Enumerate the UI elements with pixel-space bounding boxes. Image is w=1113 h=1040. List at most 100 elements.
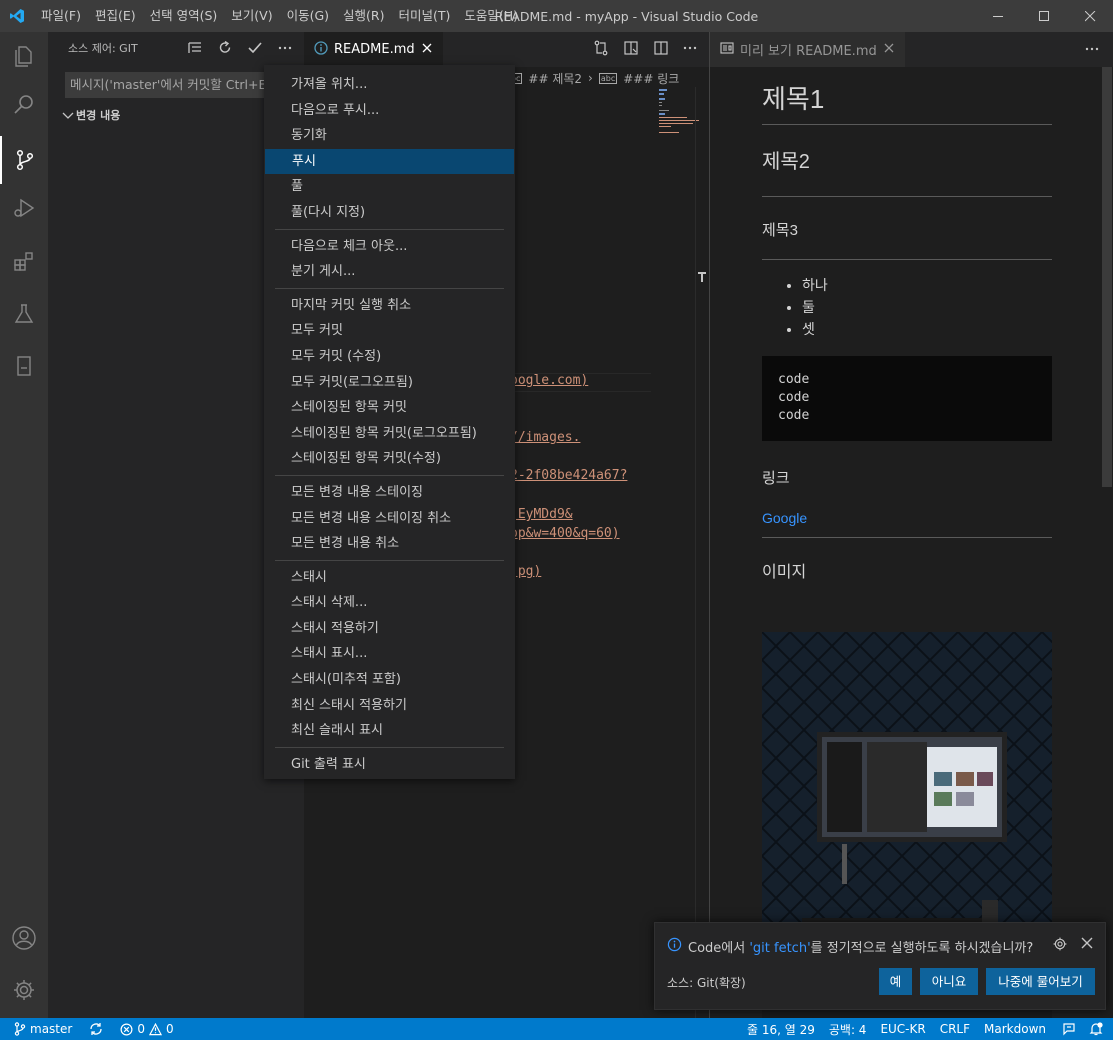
view-as-tree-icon[interactable] — [186, 39, 204, 57]
code-line[interactable]: op&w=400&q=60) — [510, 526, 620, 541]
status-indentation[interactable]: 공백: 4 — [822, 1018, 874, 1040]
ask-later-button[interactable]: 나중에 물어보기 — [986, 968, 1095, 995]
yes-button[interactable]: 예 — [879, 968, 912, 995]
menu-item-stash-untracked[interactable]: 스태시(미추적 포함) — [264, 667, 515, 693]
menu-item-stage-all[interactable]: 모든 변경 내용 스테이징 — [264, 480, 515, 506]
menu-item-show-git-output[interactable]: Git 출력 표시 — [264, 752, 515, 778]
search-icon[interactable] — [0, 80, 48, 128]
cursor-indicator-icon — [698, 271, 706, 282]
open-preview-side-icon[interactable] — [623, 40, 639, 60]
menu-item-commit-staged-signed-off[interactable]: 스테이징된 항목 커밋(로그오프됨) — [264, 421, 515, 447]
menu-item-discard-all[interactable]: 모든 변경 내용 취소 — [264, 531, 515, 557]
notification-text-suffix: 를 정기적으로 실행하도록 하시겠습니까? — [810, 941, 1034, 956]
menu-item-sync[interactable]: 동기화 — [264, 123, 515, 149]
menu-item-show-latest-stash[interactable]: 최신 슬래시 표시 — [264, 718, 515, 744]
commit-message-input[interactable]: 메시지('master'에서 커밋할 Ctrl+Enter) — [65, 72, 295, 98]
menu-item-pull-from[interactable]: 가져올 위치... — [264, 72, 515, 98]
menu-item-pull[interactable]: 풀 — [264, 174, 515, 200]
editor-more-actions-icon[interactable] — [683, 41, 697, 59]
source-control-icon[interactable] — [0, 136, 48, 184]
tab-preview-readme[interactable]: 미리 보기 README.md — [710, 32, 905, 67]
menu-item-checkout-to[interactable]: 다음으로 체크 아웃... — [264, 234, 515, 260]
status-language[interactable]: Markdown — [977, 1018, 1053, 1040]
status-branch[interactable]: master — [0, 1018, 79, 1040]
status-eol[interactable]: CRLF — [933, 1018, 977, 1040]
preview-scrollbar-thumb[interactable] — [1102, 67, 1112, 487]
more-actions-icon[interactable] — [276, 39, 294, 57]
menu-edit[interactable]: 편집(E) — [88, 0, 143, 32]
preview-google-link[interactable]: Google — [762, 510, 1052, 538]
editor-actions — [593, 32, 697, 67]
feedback-icon[interactable] — [1053, 1018, 1085, 1040]
menu-item-commit-all-amend[interactable]: 모두 커밋 (수정) — [264, 344, 515, 370]
editor-group-2-preview: 미리 보기 README.md 제목1 제목2 제목3 하나 둘 셋 code … — [709, 32, 1113, 1040]
menu-item-show-stash[interactable]: 스태시 표시... — [264, 641, 515, 667]
menu-item-push-to[interactable]: 다음으로 푸시... — [264, 98, 515, 124]
run-debug-icon[interactable] — [0, 184, 48, 232]
accounts-icon[interactable] — [0, 914, 48, 962]
preview-image-heading: 이미지 — [762, 564, 807, 581]
menu-help[interactable]: 도움말(H) — [457, 0, 525, 32]
status-problems[interactable]: 0 0 — [113, 1018, 180, 1040]
open-changes-icon[interactable] — [593, 40, 609, 60]
commit-check-icon[interactable] — [246, 39, 264, 57]
preview-scrollbar[interactable] — [1099, 67, 1113, 1018]
menu-separator — [275, 559, 504, 561]
testing-icon[interactable] — [0, 290, 48, 338]
status-encoding[interactable]: EUC-KR — [873, 1018, 932, 1040]
close-preview-tab-icon[interactable] — [883, 42, 895, 58]
menu-view[interactable]: 보기(V) — [224, 0, 279, 32]
menu-item-undo-last-commit[interactable]: 마지막 커밋 실행 취소 — [264, 293, 515, 319]
git-branch-icon — [14, 1022, 26, 1036]
files-icon[interactable] — [0, 32, 48, 80]
remote-explorer-icon[interactable] — [0, 342, 48, 390]
breadcrumb-separator-icon: › — [588, 71, 593, 85]
warning-icon — [148, 1022, 162, 1035]
no-button[interactable]: 아니요 — [920, 968, 978, 995]
menu-file[interactable]: 파일(F) — [34, 0, 88, 32]
split-editor-icon[interactable] — [653, 40, 669, 60]
menu-item-apply-stash[interactable]: 스태시 적용하기 — [264, 616, 515, 642]
notifications-bell-icon[interactable] — [1085, 1018, 1113, 1040]
menu-item-commit-all[interactable]: 모두 커밋 — [264, 318, 515, 344]
breadcrumb-item-heading2[interactable]: ## 제목2 — [528, 70, 582, 87]
tab-readme[interactable]: README.md — [304, 32, 443, 67]
close-window-icon[interactable] — [1067, 0, 1113, 32]
minimize-icon[interactable] — [975, 0, 1021, 32]
extensions-icon[interactable] — [0, 238, 48, 286]
status-cursor-position[interactable]: 줄 16, 열 29 — [740, 1018, 822, 1040]
menu-item-unstage-all[interactable]: 모든 변경 내용 스테이징 취소 — [264, 506, 515, 532]
notification-settings-gear-icon[interactable] — [1053, 937, 1067, 955]
notification-text-prefix: Code에서 — [688, 941, 750, 956]
menu-item-commit-staged[interactable]: 스테이징된 항목 커밋 — [264, 395, 515, 421]
menu-item-stash[interactable]: 스태시 — [264, 565, 515, 591]
menu-item-commit-staged-amend[interactable]: 스테이징된 항목 커밋(수정) — [264, 446, 515, 472]
menu-item-drop-stash[interactable]: 스태시 삭제... — [264, 590, 515, 616]
preview-more-actions-icon[interactable] — [1085, 42, 1099, 60]
breadcrumb-item-link[interactable]: ### 링크 — [623, 70, 679, 87]
settings-gear-icon[interactable] — [0, 966, 48, 1014]
code-line[interactable]: //images. — [510, 430, 580, 445]
menu-run[interactable]: 실행(R) — [336, 0, 391, 32]
menu-item-apply-latest-stash[interactable]: 최신 스태시 적용하기 — [264, 693, 515, 719]
list-item: 하나 — [802, 274, 1052, 296]
menu-terminal[interactable]: 터미널(T) — [392, 0, 458, 32]
code-line[interactable]: jEyMDd9& — [510, 507, 573, 522]
menu-selection[interactable]: 선택 영역(S) — [143, 0, 225, 32]
maximize-icon[interactable] — [1021, 0, 1067, 32]
title-bar: 파일(F) 편집(E) 선택 영역(S) 보기(V) 이동(G) 실행(R) 터… — [0, 0, 1113, 32]
menu-item-push[interactable]: 푸시 — [265, 148, 514, 175]
notification-close-icon[interactable] — [1081, 937, 1093, 955]
editor-scrollbar[interactable] — [695, 87, 709, 1018]
menu-item-pull-rebase[interactable]: 풀(다시 지정) — [264, 200, 515, 226]
code-line[interactable]: 2-2f08be424a67? — [510, 468, 627, 483]
refresh-icon[interactable] — [216, 39, 234, 57]
close-tab-icon[interactable] — [421, 42, 433, 58]
menu-item-commit-all-signed-off[interactable]: 모두 커밋(로그오프됨) — [264, 370, 515, 396]
changes-group-header[interactable]: 변경 내용 — [60, 104, 120, 126]
menu-item-publish-branch[interactable]: 분기 게시... — [264, 259, 515, 285]
sidebar-actions — [186, 32, 294, 64]
code-line[interactable]: oogle.com) — [510, 373, 588, 388]
sync-icon[interactable] — [79, 1018, 113, 1040]
menu-go[interactable]: 이동(G) — [280, 0, 336, 32]
